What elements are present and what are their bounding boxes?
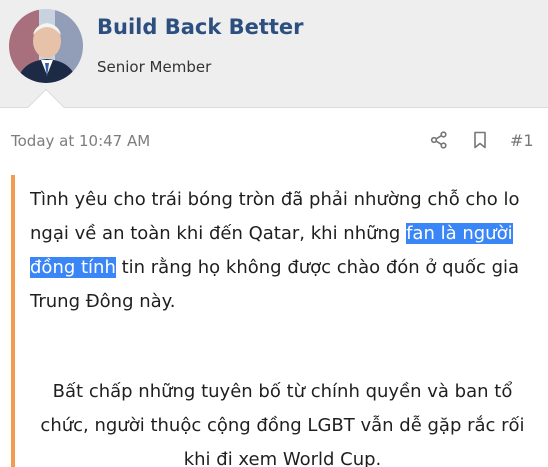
avatar[interactable]: [9, 9, 83, 83]
message-paragraph-centered: Bất chấp những tuyên bố từ chính quyền v…: [40, 381, 525, 467]
post-time[interactable]: Today at 10:47 AM: [11, 132, 150, 150]
author-bar: Build Back Better Senior Member: [0, 0, 548, 126]
user-name[interactable]: Build Back Better: [97, 15, 304, 39]
avatar-portrait: [9, 9, 83, 83]
share-icon: [430, 131, 447, 149]
post-body: Tình yêu cho trái bóng tròn đã phải nhườ…: [11, 175, 548, 467]
message-paragraph: Tình yêu cho trái bóng tròn đã phải nhườ…: [30, 183, 535, 319]
post-meta: Today at 10:47 AM #1: [0, 120, 548, 160]
bookmark-button[interactable]: [469, 128, 491, 152]
forum-post: Build Back Better Senior Member Today at…: [0, 0, 548, 467]
user-title: Senior Member: [97, 58, 212, 76]
share-button[interactable]: [428, 128, 450, 152]
bookmark-icon: [474, 131, 486, 149]
post-number-link[interactable]: #1: [510, 128, 544, 152]
message-content: Tình yêu cho trái bóng tròn đã phải nhườ…: [30, 183, 535, 467]
